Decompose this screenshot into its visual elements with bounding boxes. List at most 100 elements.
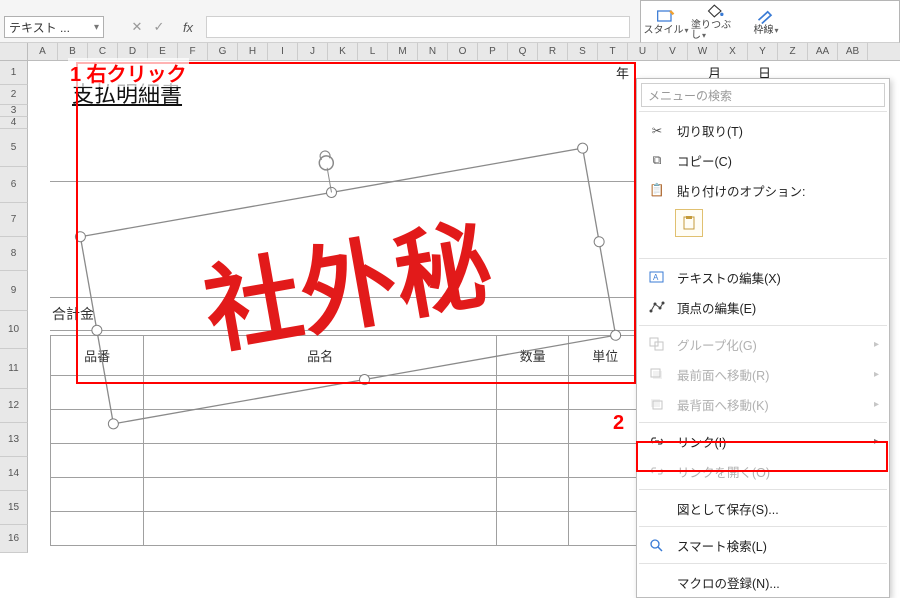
menu-edit-text[interactable]: A テキストの編集(X) bbox=[637, 262, 889, 292]
open-link-icon bbox=[647, 462, 667, 480]
menu-group: グループ化(G) ▸ bbox=[637, 329, 889, 359]
style-icon bbox=[656, 8, 676, 24]
table-row[interactable] bbox=[51, 376, 642, 410]
annotation-step2-label: 2 bbox=[613, 412, 624, 435]
fx-label[interactable]: fx bbox=[176, 16, 200, 38]
column-header[interactable]: G bbox=[208, 43, 238, 60]
column-header[interactable]: S bbox=[568, 43, 598, 60]
menu-edit-points-label: 頂点の編集(E) bbox=[677, 298, 756, 317]
menu-link[interactable]: リンク(I) ▸ bbox=[637, 426, 889, 456]
column-header[interactable]: L bbox=[358, 43, 388, 60]
border-icon bbox=[756, 8, 776, 24]
paste-option-default[interactable] bbox=[675, 209, 703, 237]
table-row[interactable] bbox=[51, 410, 642, 444]
row-header[interactable]: 10 bbox=[0, 311, 28, 349]
total-row bbox=[50, 297, 642, 331]
menu-search-input[interactable]: メニューの検索 bbox=[641, 83, 885, 107]
row-header[interactable]: 6 bbox=[0, 167, 28, 203]
column-header[interactable]: O bbox=[448, 43, 478, 60]
menu-assign-macro-label: マクロの登録(N)... bbox=[677, 573, 780, 592]
menu-assign-macro[interactable]: マクロの登録(N)... bbox=[637, 567, 889, 597]
menu-edit-text-label: テキストの編集(X) bbox=[677, 268, 781, 287]
table-header-row: 品番 品名 数量 単位 bbox=[51, 336, 642, 376]
column-header[interactable]: W bbox=[688, 43, 718, 60]
column-header[interactable]: N bbox=[418, 43, 448, 60]
edit-points-icon bbox=[647, 298, 667, 316]
menu-bring-front-label: 最前面へ移動(R) bbox=[677, 365, 769, 384]
column-header[interactable]: A bbox=[28, 43, 58, 60]
menu-save-as-picture-label: 図として保存(S)... bbox=[677, 499, 779, 518]
group-icon bbox=[647, 335, 667, 353]
column-header[interactable]: V bbox=[658, 43, 688, 60]
column-header[interactable]: J bbox=[298, 43, 328, 60]
menu-link-label: リンク(I) bbox=[677, 432, 726, 451]
column-header[interactable]: I bbox=[268, 43, 298, 60]
context-menu: メニューの検索 ✂ 切り取り(T) ⧉ コピー(C) 📋 貼り付けのオプション:… bbox=[636, 78, 890, 598]
table-row[interactable] bbox=[51, 478, 642, 512]
shape-style-button[interactable]: スタイル▾ bbox=[641, 8, 691, 36]
row-header[interactable]: 2 bbox=[0, 85, 28, 105]
svg-text:A: A bbox=[653, 273, 659, 282]
column-header[interactable]: R bbox=[538, 43, 568, 60]
annotation-step1-label: 1 右クリック bbox=[68, 58, 189, 87]
column-header[interactable]: Z bbox=[778, 43, 808, 60]
menu-cut-label: 切り取り(T) bbox=[677, 121, 743, 140]
enter-icon[interactable]: ✓ bbox=[150, 16, 168, 38]
row-header[interactable]: 15 bbox=[0, 491, 28, 525]
menu-smart-lookup-label: スマート検索(L) bbox=[677, 536, 767, 555]
menu-paste-options: 📋 貼り付けのオプション: bbox=[637, 175, 889, 205]
menu-cut[interactable]: ✂ 切り取り(T) bbox=[637, 115, 889, 145]
column-header[interactable]: AA bbox=[808, 43, 838, 60]
menu-copy-label: コピー(C) bbox=[677, 151, 732, 170]
menu-smart-lookup[interactable]: スマート検索(L) bbox=[637, 530, 889, 560]
edit-text-icon: A bbox=[647, 268, 667, 286]
row-header[interactable]: 4 bbox=[0, 117, 28, 129]
menu-save-as-picture[interactable]: 図として保存(S)... bbox=[637, 493, 889, 523]
menu-send-back: 最背面へ移動(K) ▸ bbox=[637, 389, 889, 419]
shape-fill-button[interactable]: 塗りつぶし▾ bbox=[691, 3, 741, 41]
bring-front-icon bbox=[647, 365, 667, 383]
fill-icon bbox=[706, 3, 726, 19]
table-row[interactable] bbox=[51, 444, 642, 478]
paste-icon: 📋 bbox=[647, 181, 667, 199]
menu-edit-points[interactable]: 頂点の編集(E) bbox=[637, 292, 889, 322]
column-header[interactable]: K bbox=[328, 43, 358, 60]
column-header[interactable]: X bbox=[718, 43, 748, 60]
mini-toolbar: スタイル▾ 塗りつぶし▾ 枠線▾ bbox=[640, 0, 900, 43]
column-header[interactable]: M bbox=[388, 43, 418, 60]
row-header[interactable]: 7 bbox=[0, 203, 28, 237]
row-header[interactable]: 8 bbox=[0, 237, 28, 271]
menu-copy[interactable]: ⧉ コピー(C) bbox=[637, 145, 889, 175]
column-header[interactable]: H bbox=[238, 43, 268, 60]
paste-options-row bbox=[637, 205, 889, 255]
name-box-text: テキスト ... bbox=[9, 19, 70, 36]
menu-send-back-label: 最背面へ移動(K) bbox=[677, 395, 769, 414]
row-header[interactable]: 1 bbox=[0, 61, 28, 85]
column-header[interactable]: Q bbox=[508, 43, 538, 60]
column-header[interactable]: T bbox=[598, 43, 628, 60]
shape-outline-button[interactable]: 枠線▾ bbox=[741, 8, 791, 36]
row-header[interactable]: 12 bbox=[0, 389, 28, 423]
column-header[interactable]: Y bbox=[748, 43, 778, 60]
row-header[interactable]: 5 bbox=[0, 129, 28, 167]
select-all-corner[interactable] bbox=[0, 43, 28, 61]
table-row[interactable] bbox=[51, 512, 642, 546]
name-box[interactable]: テキスト ... bbox=[4, 16, 104, 38]
row-header[interactable]: 9 bbox=[0, 271, 28, 311]
row-header[interactable]: 3 bbox=[0, 105, 28, 117]
link-icon bbox=[647, 432, 667, 450]
column-header[interactable]: P bbox=[478, 43, 508, 60]
menu-open-link: リンクを開く(O) bbox=[637, 456, 889, 486]
cancel-icon[interactable]: ✕ bbox=[128, 16, 146, 38]
row-header[interactable]: 16 bbox=[0, 525, 28, 553]
row-header[interactable]: 14 bbox=[0, 457, 28, 491]
column-header[interactable]: AB bbox=[838, 43, 868, 60]
formula-bar[interactable] bbox=[206, 16, 630, 38]
row-header[interactable]: 13 bbox=[0, 423, 28, 457]
smart-lookup-icon bbox=[647, 536, 667, 554]
send-back-icon bbox=[647, 395, 667, 413]
row-header[interactable]: 11 bbox=[0, 349, 28, 389]
col-qty: 数量 bbox=[496, 336, 569, 376]
rotation-handle[interactable] bbox=[318, 155, 334, 171]
column-header[interactable]: U bbox=[628, 43, 658, 60]
